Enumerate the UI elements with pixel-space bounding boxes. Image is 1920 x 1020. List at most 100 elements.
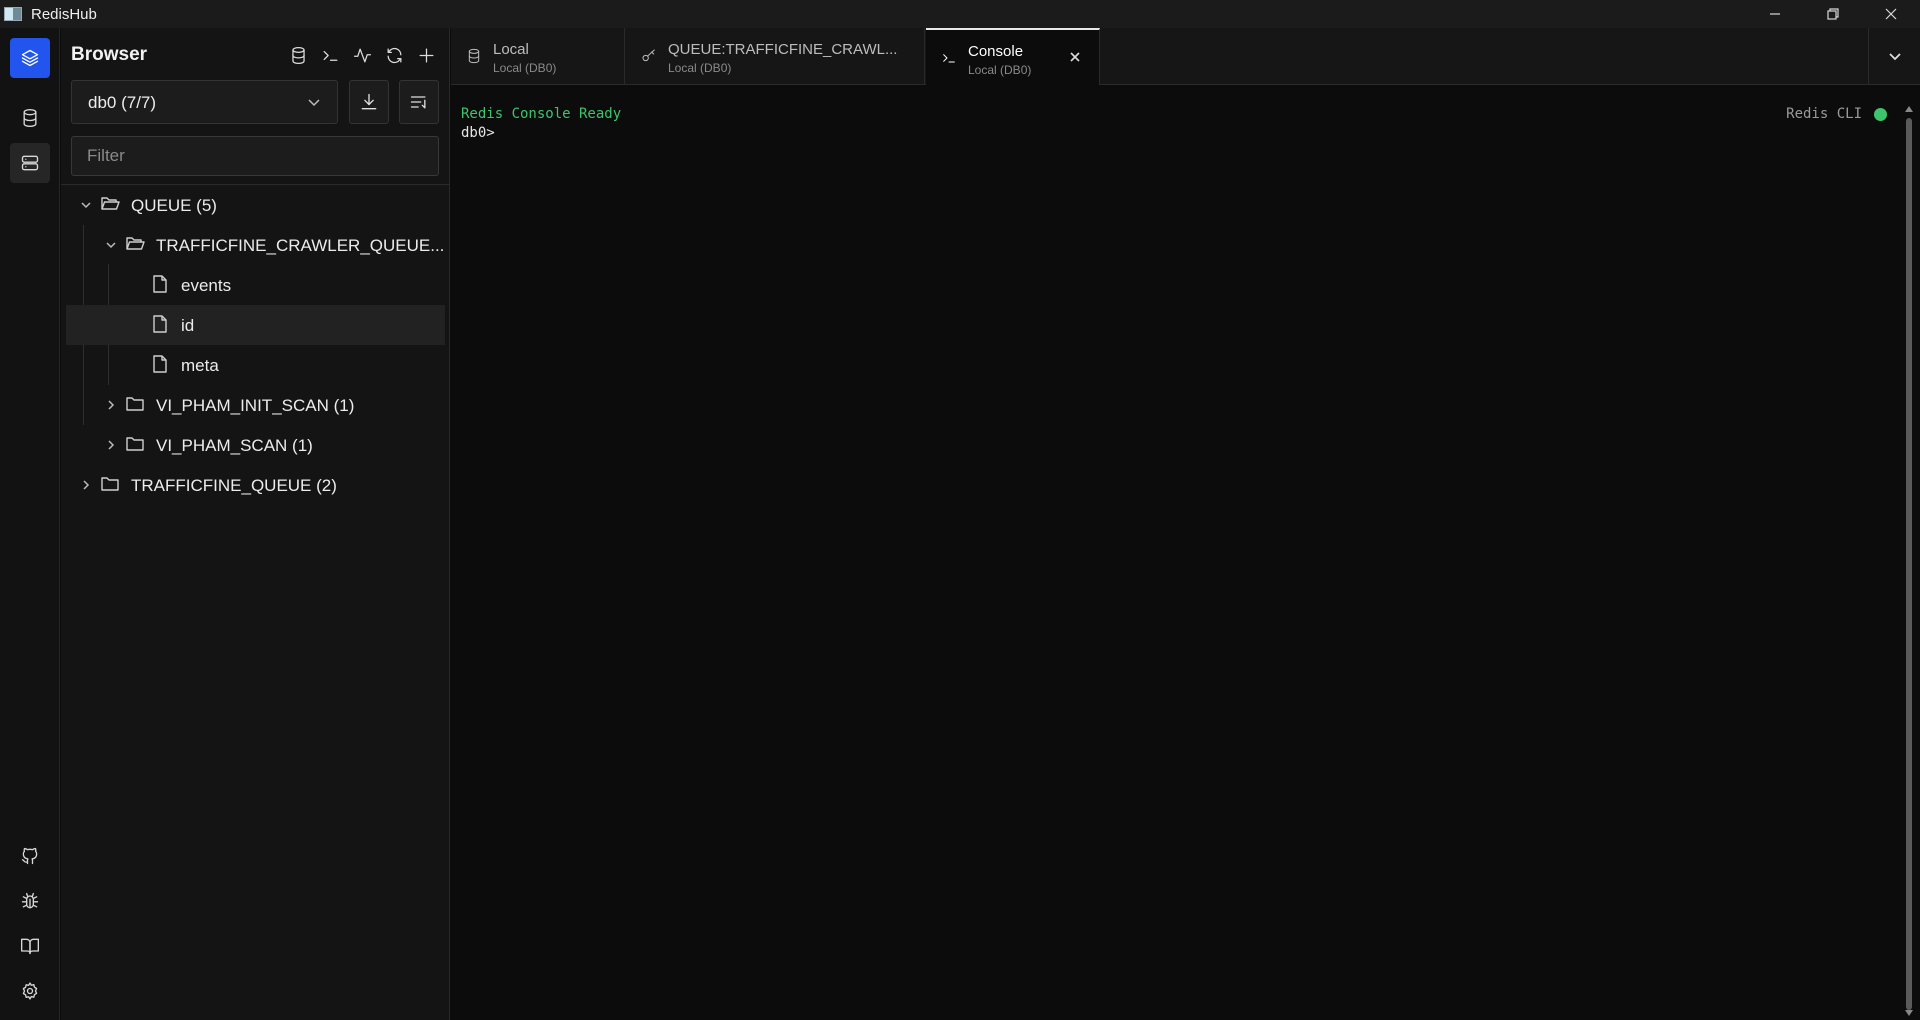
scroll-up-icon[interactable] bbox=[1905, 106, 1913, 112]
chevron-right-icon bbox=[83, 480, 90, 490]
book-icon bbox=[21, 938, 39, 955]
database-button[interactable] bbox=[10, 98, 50, 138]
export-button[interactable] bbox=[349, 80, 389, 124]
tab-label: QUEUE:TRAFFICFINE_CRAWL... bbox=[668, 41, 898, 58]
tree-folder-vi-pham-scan[interactable]: VI_PHAM_SCAN (1) bbox=[61, 425, 450, 465]
close-window-button[interactable] bbox=[1862, 0, 1920, 28]
chevron-down-icon bbox=[1888, 53, 1901, 61]
tree-folder-trafficfine-queue[interactable]: TRAFFICFINE_QUEUE (2) bbox=[61, 465, 450, 505]
chevron-down-icon bbox=[106, 242, 116, 249]
tree-label: VI_PHAM_SCAN (1) bbox=[156, 436, 313, 455]
file-icon bbox=[153, 315, 167, 333]
debug-button[interactable] bbox=[10, 881, 50, 921]
title-bar: RedisHub bbox=[0, 0, 1920, 28]
file-icon bbox=[153, 275, 167, 293]
tree-label: VI_PHAM_INIT_SCAN (1) bbox=[156, 396, 355, 415]
tree-label: id bbox=[181, 316, 195, 335]
tab-bar: Local Local (DB0) QUEUE:TRAFFICFINE_CRAW… bbox=[451, 28, 1920, 85]
chevron-right-icon bbox=[108, 440, 115, 450]
restore-icon bbox=[1827, 8, 1839, 20]
browser-sidebar: Browser db0 (7/7) Filter QUEUE (5) TRAFF… bbox=[61, 28, 450, 1020]
plus-icon bbox=[419, 48, 433, 62]
tab-queue-key[interactable]: QUEUE:TRAFFICFINE_CRAWL... Local (DB0) bbox=[626, 28, 925, 84]
folder-open-icon bbox=[126, 237, 145, 250]
database-icon bbox=[23, 109, 37, 128]
sort-list-icon bbox=[410, 96, 426, 109]
tab-sublabel: Local (DB0) bbox=[493, 61, 557, 75]
connections-button[interactable] bbox=[10, 38, 50, 78]
tree-folder-trafficfine-crawler-queue[interactable]: TRAFFICFINE_CRAWLER_QUEUE... bbox=[61, 225, 450, 265]
tree-label: TRAFFICFINE_QUEUE (2) bbox=[131, 476, 337, 495]
tree-label: QUEUE (5) bbox=[131, 196, 217, 215]
tab-label: Console bbox=[968, 43, 1024, 60]
scroll-down-icon[interactable] bbox=[1905, 1010, 1913, 1016]
tab-sublabel: Local (DB0) bbox=[668, 61, 732, 75]
chevron-right-icon bbox=[108, 400, 115, 410]
monitor-button[interactable] bbox=[346, 42, 378, 68]
tree-label: events bbox=[181, 276, 232, 295]
refresh-icon bbox=[387, 47, 401, 63]
minimize-button[interactable] bbox=[1746, 0, 1804, 28]
docs-button[interactable] bbox=[10, 926, 50, 966]
layers-icon bbox=[21, 49, 39, 67]
database-select[interactable]: db0 (7/7) bbox=[71, 80, 338, 124]
tree-folder-queue[interactable]: QUEUE (5) bbox=[61, 185, 450, 225]
download-icon bbox=[361, 93, 377, 110]
console-scrollbar[interactable] bbox=[1903, 100, 1915, 1020]
scrollbar-thumb[interactable] bbox=[1906, 118, 1912, 1010]
file-icon bbox=[153, 355, 167, 373]
restore-button[interactable] bbox=[1804, 0, 1862, 28]
tab-console[interactable]: Console Local (DB0) bbox=[926, 28, 1100, 85]
folder-icon bbox=[126, 437, 144, 451]
activity-icon bbox=[353, 48, 371, 62]
tree-label: TRAFFICFINE_CRAWLER_QUEUE... bbox=[156, 236, 445, 255]
app-logo-icon bbox=[4, 7, 22, 21]
sort-button[interactable] bbox=[399, 80, 439, 124]
tree-key-id[interactable]: id bbox=[66, 305, 445, 345]
tab-label: Local bbox=[493, 41, 529, 58]
tree-key-meta[interactable]: meta bbox=[61, 345, 450, 385]
minimize-icon bbox=[1770, 13, 1780, 15]
status-label: Redis CLI bbox=[1786, 106, 1862, 122]
folder-icon bbox=[126, 397, 144, 411]
filter-input[interactable] bbox=[71, 136, 439, 176]
sidebar-title: Browser bbox=[71, 44, 148, 65]
activity-bar bbox=[0, 28, 60, 1020]
tab-overflow-button[interactable] bbox=[1868, 28, 1920, 84]
database-icon bbox=[291, 46, 305, 64]
tree-label: meta bbox=[181, 356, 219, 375]
terminal-icon bbox=[943, 54, 955, 63]
tree-key-events[interactable]: events bbox=[61, 265, 450, 305]
tree-folder-vi-pham-init-scan[interactable]: VI_PHAM_INIT_SCAN (1) bbox=[61, 385, 450, 425]
key-icon bbox=[642, 49, 655, 62]
server-icon bbox=[21, 155, 39, 171]
window-title: RedisHub bbox=[31, 5, 97, 23]
gear-icon bbox=[22, 982, 38, 1000]
tab-sublabel: Local (DB0) bbox=[968, 63, 1032, 77]
database-select-value: db0 (7/7) bbox=[88, 93, 157, 112]
window-controls bbox=[1746, 0, 1920, 28]
settings-button[interactable] bbox=[10, 971, 50, 1011]
folder-open-icon bbox=[101, 197, 120, 210]
tab-local[interactable]: Local Local (DB0) bbox=[451, 28, 625, 84]
terminal-icon bbox=[323, 50, 337, 61]
close-icon bbox=[1885, 8, 1897, 20]
database-info-button[interactable] bbox=[282, 42, 314, 68]
chevron-down-icon bbox=[81, 202, 91, 209]
folder-icon bbox=[101, 477, 119, 491]
database-icon bbox=[468, 48, 480, 64]
browser-button[interactable] bbox=[10, 143, 50, 183]
refresh-button[interactable] bbox=[378, 42, 410, 68]
add-key-button[interactable] bbox=[410, 42, 442, 68]
console-output[interactable]: Redis Console Ready db0> Redis CLI bbox=[451, 85, 1903, 1020]
close-icon[interactable] bbox=[1069, 51, 1081, 63]
github-button[interactable] bbox=[10, 836, 50, 876]
sidebar-header: Browser bbox=[61, 28, 450, 80]
chevron-down-icon bbox=[308, 99, 320, 107]
bug-icon bbox=[21, 892, 39, 909]
console-prompt[interactable]: db0> bbox=[461, 125, 495, 141]
sidebar-toolbar bbox=[282, 42, 442, 68]
connection-status: Redis CLI bbox=[1786, 106, 1887, 122]
github-icon bbox=[21, 847, 38, 865]
open-console-button[interactable] bbox=[314, 42, 346, 68]
